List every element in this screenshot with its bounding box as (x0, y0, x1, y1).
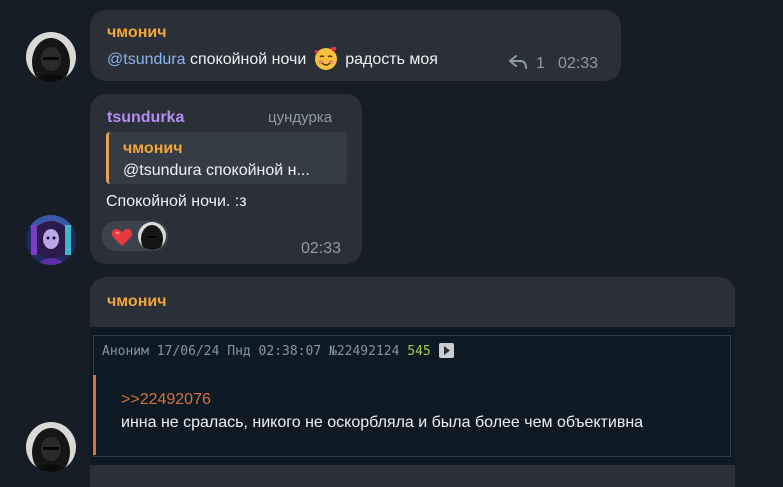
post-author: Аноним (102, 344, 149, 359)
avatar[interactable] (26, 215, 76, 265)
reply-quote-sender: чмонич (123, 140, 183, 157)
message-time: 02:33 (301, 240, 342, 257)
sender-alias: цундурка (268, 109, 333, 126)
post-date: 17/06/24 Пнд 02:38:07 (156, 344, 322, 359)
smiling-face-with-hearts-icon (313, 45, 339, 71)
avatar[interactable] (26, 422, 76, 472)
post-count: 545 (407, 344, 431, 359)
message-text-part: радость моя (345, 51, 438, 69)
message-text-part: спокойной ночи (189, 51, 307, 69)
sender-name[interactable]: чмонич (107, 293, 166, 311)
avatar (138, 222, 166, 250)
play-icon[interactable] (438, 343, 454, 358)
post-text: инна не сралась, никого не оскорбляла и … (121, 414, 644, 431)
post-body: >>22492076 инна не сралась, никого не ос… (93, 375, 730, 455)
quote-link[interactable]: >>22492076 (121, 391, 211, 409)
reply-quote-text: @tsundura спокойной н... (123, 162, 310, 179)
message-time: 02:33 (558, 55, 599, 72)
sender-name[interactable]: чмонич (107, 24, 166, 42)
message-text: @tsundura спокойной ночи радость моя (107, 46, 438, 71)
reaction-pill[interactable] (102, 221, 168, 251)
post-frame: Аноним 17/06/24 Пнд 02:38:07 №22492124 5… (93, 335, 731, 457)
chat-area: чмонич @tsundura спокойной ночи радость … (0, 0, 783, 487)
embedded-post[interactable]: Аноним 17/06/24 Пнд 02:38:07 №22492124 5… (90, 327, 735, 465)
reply-quote[interactable]: чмонич @tsundura спокойной н... (106, 132, 347, 184)
message-bubble[interactable]: чмонич Аноним 17/06/24 Пнд 02:38:07 №224… (90, 277, 735, 487)
heart-icon (111, 227, 133, 247)
avatar[interactable] (26, 32, 76, 82)
post-id[interactable]: №22492124 (329, 344, 399, 359)
message-bubble[interactable]: tsundurka цундурка чмонич @tsundura спок… (90, 94, 362, 264)
message-text: Спокойной ночи. :з (106, 193, 247, 210)
mention-link[interactable]: @tsundura (107, 51, 186, 68)
sender-name[interactable]: tsundurka (107, 109, 184, 127)
reply-count[interactable]: 1 (536, 55, 545, 73)
reply-icon[interactable] (508, 54, 528, 70)
post-header: Аноним 17/06/24 Пнд 02:38:07 №22492124 5… (102, 343, 454, 359)
message-bubble[interactable]: чмонич @tsundura спокойной ночи радость … (90, 10, 621, 81)
